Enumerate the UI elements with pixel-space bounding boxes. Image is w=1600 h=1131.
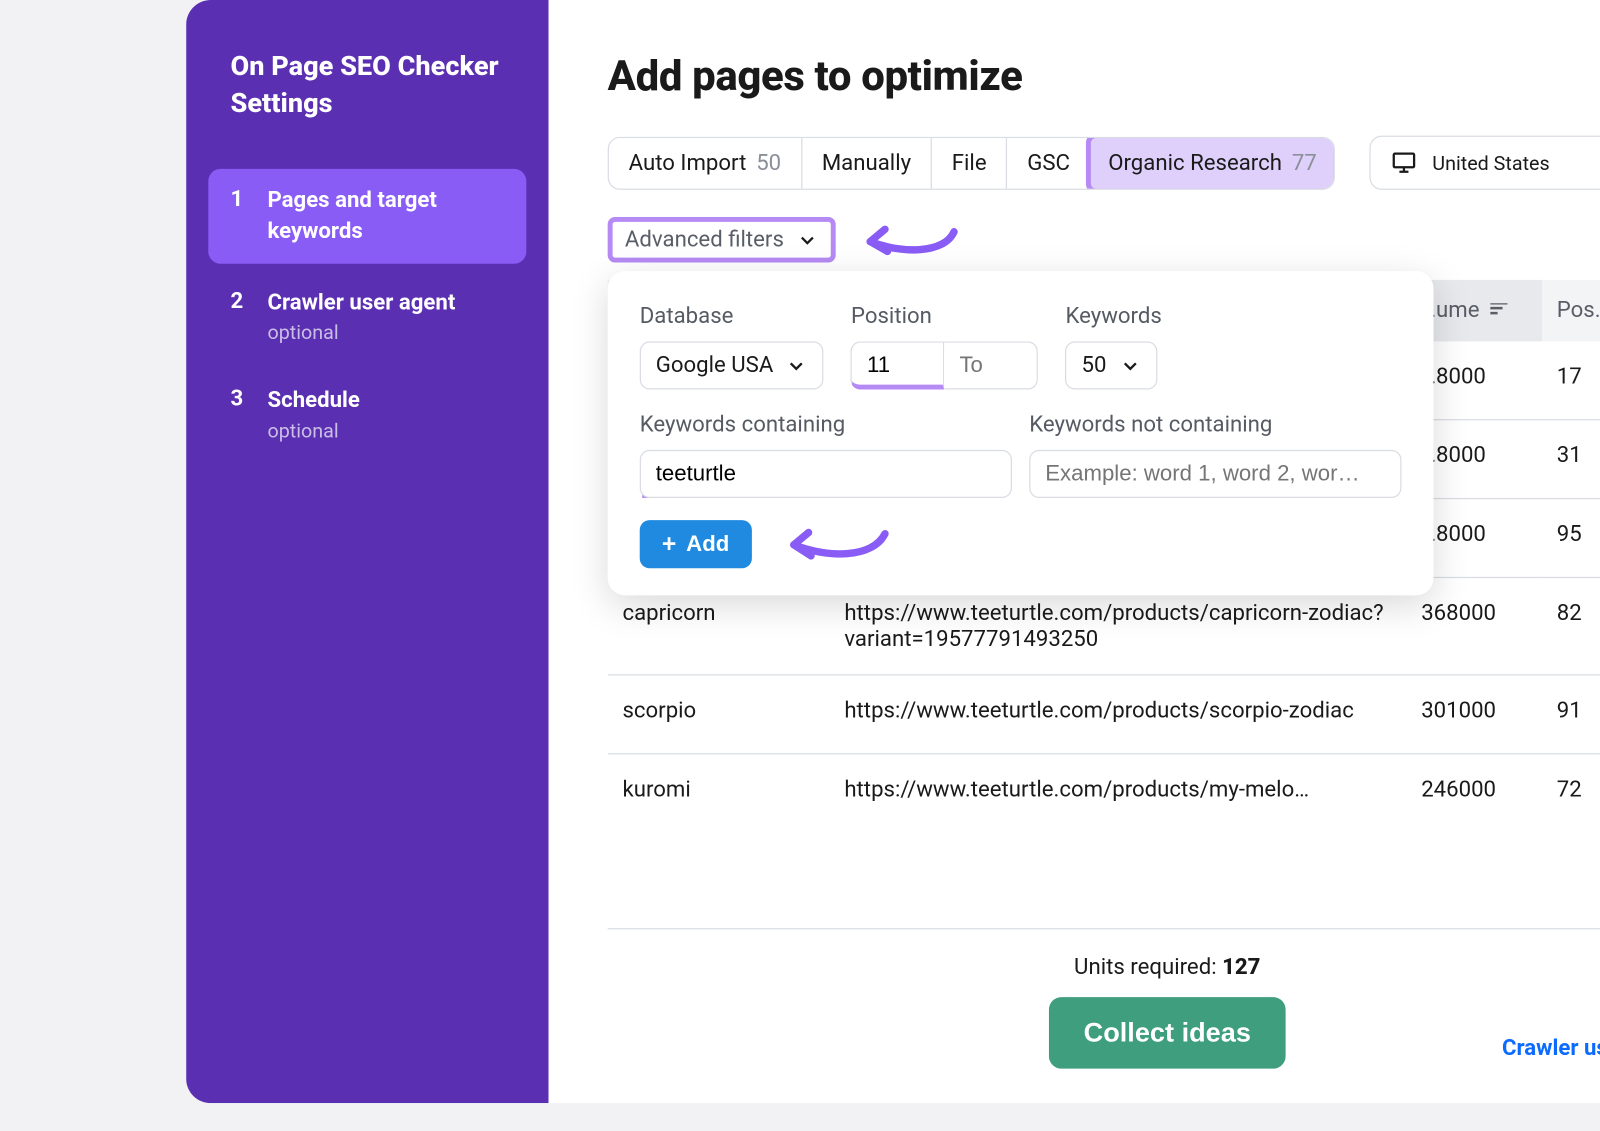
desktop-icon — [1390, 149, 1417, 176]
step-sublabel: optional — [267, 419, 359, 442]
database-value: Google USA — [656, 353, 774, 379]
tab-file[interactable]: File — [932, 137, 1007, 188]
keywords-label: Keywords — [1065, 303, 1161, 329]
step-number: 3 — [230, 386, 247, 412]
cell-position: 82 — [1542, 577, 1600, 674]
keywords-not-containing-label: Keywords not containing — [1029, 412, 1401, 438]
step-number: 1 — [230, 187, 247, 213]
cell-volume: 301000 — [1406, 675, 1542, 754]
plus-icon: + — [662, 532, 676, 557]
keywords-value: 50 — [1081, 353, 1106, 379]
next-step-label: Crawler user agent — [1502, 1035, 1600, 1061]
cell-url: https://www.teeturtle.com/products/scorp… — [830, 675, 1407, 754]
chevron-down-icon — [796, 229, 818, 251]
tab-label: Manually — [822, 150, 911, 176]
collect-ideas-button[interactable]: Collect ideas — [1049, 997, 1285, 1068]
advanced-filters-panel: Database Google USA Position Keywords — [608, 271, 1434, 595]
units-required: Units required: 127 — [1074, 954, 1260, 980]
source-tabs: Auto Import 50 Manually File GSC Organic… — [608, 136, 1336, 189]
tab-gsc[interactable]: GSC — [1008, 137, 1091, 188]
step-label: Crawler user agent — [267, 288, 455, 318]
tab-label: Organic Research — [1108, 150, 1282, 176]
cell-position: 17 — [1542, 341, 1600, 419]
tabs-row: Auto Import 50 Manually File GSC Organic… — [608, 136, 1600, 190]
annotation-arrow-icon — [776, 523, 894, 565]
tab-organic-research[interactable]: Organic Research 77 — [1086, 136, 1335, 189]
tab-auto-import[interactable]: Auto Import 50 — [609, 137, 802, 188]
cell-volume: 246000 — [1406, 753, 1542, 816]
sort-desc-icon — [1490, 298, 1507, 324]
sidebar-step-2[interactable]: 2 Crawler user agent optional — [208, 271, 526, 361]
country-label: United States — [1432, 151, 1549, 174]
units-label: Units required: — [1074, 954, 1222, 980]
cell-position: 91 — [1542, 675, 1600, 754]
keywords-containing-label: Keywords containing — [640, 412, 1012, 438]
cell-position: 31 — [1542, 419, 1600, 498]
table-row: scorpiohttps://www.teeturtle.com/product… — [608, 675, 1600, 754]
tab-label: Auto Import — [629, 150, 747, 176]
country-select[interactable]: United States — [1369, 136, 1600, 190]
page-title: Add pages to optimize — [608, 52, 1600, 101]
add-button-label: Add — [686, 531, 729, 557]
sidebar-title: On Page SEO Checker Settings — [230, 49, 526, 122]
next-step-link[interactable]: Crawler user agent — [1502, 1034, 1600, 1061]
database-label: Database — [640, 303, 824, 329]
cell-keyword: kuromi — [608, 753, 830, 816]
main-panel: ✕ Add pages to optimize Auto Import 50 M… — [549, 0, 1600, 1103]
cell-keyword: scorpio — [608, 675, 830, 754]
sidebar-step-1[interactable]: 1 Pages and target keywords — [208, 169, 526, 263]
cell-position: 72 — [1542, 753, 1600, 816]
cell-position: 95 — [1542, 498, 1600, 577]
step-number: 2 — [230, 288, 247, 314]
step-label: Schedule — [267, 386, 359, 416]
units-value: 127 — [1222, 954, 1260, 980]
annotation-arrow-icon — [853, 222, 964, 261]
advanced-filters-label: Advanced filters — [625, 227, 784, 253]
database-select[interactable]: Google USA — [640, 341, 824, 389]
tab-manually[interactable]: Manually — [802, 137, 932, 188]
sidebar: On Page SEO Checker Settings 1 Pages and… — [186, 0, 548, 1103]
advanced-filters-toggle[interactable]: Advanced filters — [608, 217, 836, 263]
chevron-down-icon — [786, 354, 808, 376]
tab-count: 77 — [1292, 150, 1317, 176]
keywords-select[interactable]: 50 — [1065, 341, 1157, 389]
keywords-not-containing-input[interactable] — [1029, 450, 1401, 498]
footer: Units required: 127 Collect ideas Crawle… — [608, 928, 1600, 1103]
keywords-containing-input[interactable] — [640, 450, 1012, 498]
position-from-input[interactable] — [851, 341, 945, 389]
tab-label: File — [952, 150, 987, 176]
position-label: Position — [851, 303, 1038, 329]
tab-label: GSC — [1027, 150, 1070, 176]
position-to-input[interactable] — [945, 341, 1039, 389]
tab-count: 50 — [756, 150, 781, 176]
chevron-down-icon — [1119, 354, 1141, 376]
table-row: kuromihttps://www.teeturtle.com/products… — [608, 753, 1600, 816]
col-position-header[interactable]: Pos. — [1542, 280, 1600, 341]
step-sublabel: optional — [267, 321, 455, 344]
add-button[interactable]: + Add — [640, 520, 752, 568]
step-label: Pages and target keywords — [267, 187, 504, 247]
sidebar-step-3[interactable]: 3 Schedule optional — [208, 369, 526, 459]
cell-url: https://www.teeturtle.com/products/my-me… — [830, 753, 1407, 816]
